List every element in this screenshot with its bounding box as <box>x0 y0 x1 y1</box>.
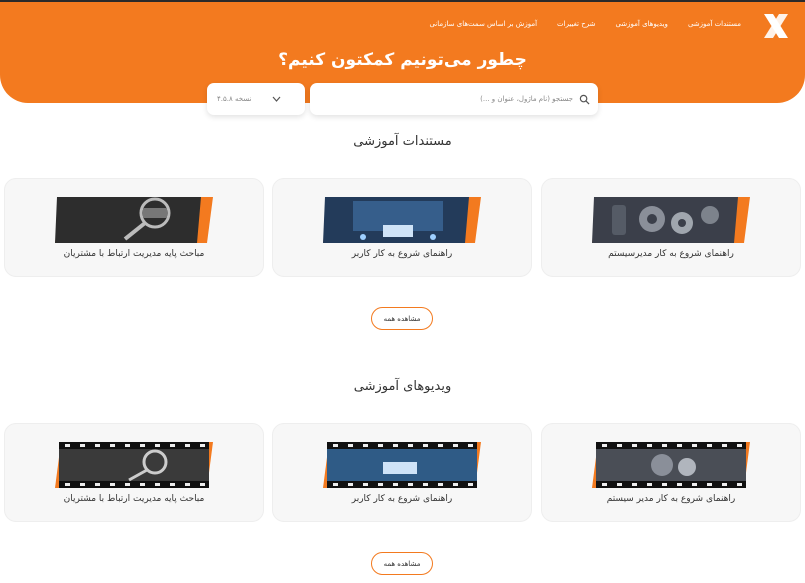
videos-view-all-button[interactable]: مشاهده همه <box>371 552 433 575</box>
crm-tablet-thumbnail <box>323 197 481 243</box>
version-label: نسخه ۴.۵.۸ <box>217 95 252 103</box>
video-card[interactable]: راهنمای شروع به کار مدیر سیستم <box>541 423 801 522</box>
top-nav: مستندات آموزشی ویدیوهای آموزشی شرح تغییر… <box>429 20 741 28</box>
search-input[interactable]: جستجو (نام ماژول، عنوان و ...) <box>310 83 598 115</box>
nav-item-videos[interactable]: ویدیوهای آموزشی <box>615 20 668 28</box>
crm-magnifier-thumbnail <box>55 197 213 243</box>
gears-thumbnail <box>592 197 750 243</box>
gears-filmstrip-thumbnail <box>592 442 750 488</box>
nav-item-docs[interactable]: مستندات آموزشی <box>688 20 741 28</box>
search-icon <box>579 94 590 105</box>
version-select[interactable]: نسخه ۴.۵.۸ <box>207 83 305 115</box>
logo-icon[interactable] <box>760 10 792 42</box>
video-card-label: راهنمای شروع به کار مدیر سیستم <box>606 494 736 504</box>
nav-item-changelog[interactable]: شرح تغییرات <box>557 20 595 28</box>
doc-card-label: مباحث پایه مدیریت ارتباط با مشتریان <box>63 249 205 259</box>
crm-magnifier-filmstrip-thumbnail <box>55 442 213 488</box>
doc-card[interactable]: مباحث پایه مدیریت ارتباط با مشتریان <box>4 178 264 277</box>
video-card-label: راهنمای شروع به کار کاربر <box>351 494 453 504</box>
chevron-down-icon <box>272 96 281 102</box>
videos-section-title: ویدیوهای آموزشی <box>353 379 452 394</box>
doc-card-label: راهنمای شروع به کار کاربر <box>351 249 453 259</box>
docs-section-title: مستندات آموزشی <box>353 134 452 149</box>
search-placeholder: جستجو (نام ماژول، عنوان و ...) <box>480 95 573 103</box>
doc-card-label: راهنمای شروع به کار مدیرسیستم <box>608 249 734 259</box>
video-card-label: مباحث پایه مدیریت ارتباط با مشتریان <box>63 494 205 504</box>
hero-title: چطور می‌تونیم کمکتون کنیم؟ <box>278 50 527 70</box>
nav-item-roles[interactable]: آموزش بر اساس سمت‌های سازمانی <box>429 20 537 28</box>
crm-tablet-filmstrip-thumbnail <box>323 442 481 488</box>
doc-card[interactable]: راهنمای شروع به کار مدیرسیستم <box>541 178 801 277</box>
video-card[interactable]: راهنمای شروع به کار کاربر <box>272 423 532 522</box>
docs-view-all-button[interactable]: مشاهده همه <box>371 307 433 330</box>
video-card[interactable]: مباحث پایه مدیریت ارتباط با مشتریان <box>4 423 264 522</box>
doc-card[interactable]: راهنمای شروع به کار کاربر <box>272 178 532 277</box>
